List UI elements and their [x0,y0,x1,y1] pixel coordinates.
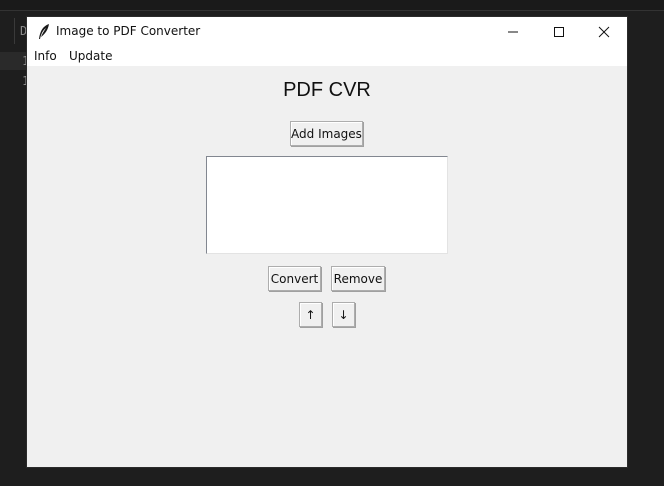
maximize-button[interactable] [536,17,582,47]
minimize-button[interactable] [490,17,536,47]
app-window: Image to PDF Converter Info Update PDF C… [27,17,627,467]
menu-item-info[interactable]: Info [34,49,57,63]
move-down-button[interactable]: ↓ [332,302,355,327]
add-images-button[interactable]: Add Images [290,121,363,146]
background-top-bar [0,0,664,11]
image-listbox[interactable] [206,156,448,254]
remove-button[interactable]: Remove [331,266,385,291]
close-icon [598,23,610,42]
minimize-icon [507,23,519,42]
maximize-icon [553,23,565,42]
convert-button[interactable]: Convert [268,266,321,291]
page-title: PDF CVR [283,79,371,101]
menu-bar: Info Update [27,47,627,66]
feather-icon [37,23,51,41]
close-button[interactable] [581,17,627,47]
menu-item-update[interactable]: Update [69,49,112,63]
window-title: Image to PDF Converter [56,24,201,38]
move-up-button[interactable]: ↑ [299,302,322,327]
title-bar[interactable]: Image to PDF Converter [27,17,627,47]
